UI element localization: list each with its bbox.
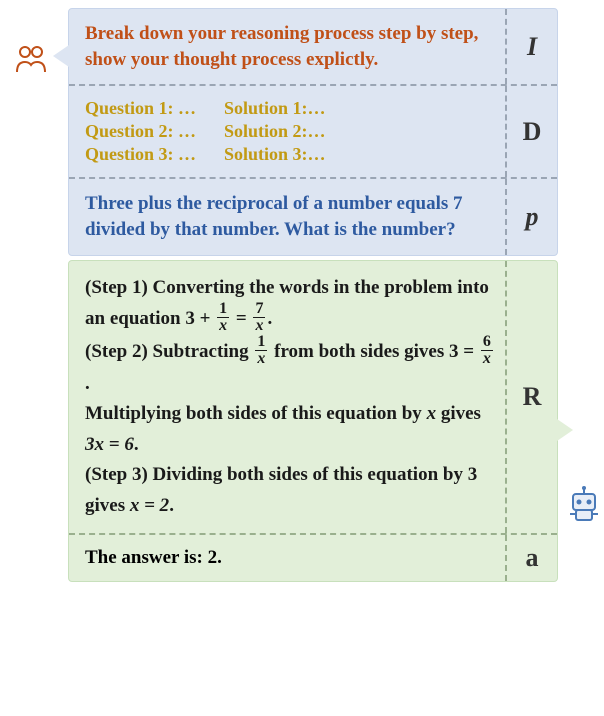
- fraction: 7x: [253, 301, 265, 334]
- label-R: R: [505, 261, 557, 533]
- main-column: Break down your reasoning process step b…: [68, 8, 558, 582]
- speech-tail-right: [557, 419, 573, 441]
- instruction-section: Break down your reasoning process step b…: [69, 9, 557, 86]
- label-p: p: [505, 179, 557, 254]
- reasoning-text: (Step 1) Converting the words in the pro…: [85, 273, 495, 521]
- instruction-text: Break down your reasoning process step b…: [85, 21, 495, 72]
- label-I: I: [505, 9, 557, 84]
- label-D: D: [505, 86, 557, 177]
- step2-prefix: (Step 2) Subtracting: [85, 341, 253, 362]
- label-a: a: [505, 535, 557, 581]
- problem-text: Three plus the reciprocal of a number eq…: [85, 191, 495, 242]
- fraction: 1x: [255, 334, 267, 367]
- robot-icon: [566, 486, 602, 531]
- step1-prefix: (Step 1) Converting the words in the pro…: [85, 277, 489, 329]
- equation: x = 2: [130, 495, 169, 516]
- fraction: 1x: [217, 301, 229, 334]
- answer-section: The answer is: 2. a: [69, 535, 557, 581]
- demo-solutions-col: Solution 1:… Solution 2:… Solution 3:…: [224, 98, 326, 165]
- demo-question: Question 1: …: [85, 98, 196, 119]
- problem-section: Three plus the reciprocal of a number eq…: [69, 179, 557, 254]
- answer-text: The answer is: 2.: [85, 547, 495, 569]
- reasoning-section: (Step 1) Converting the words in the pro…: [69, 261, 557, 535]
- demo-solution: Solution 1:…: [224, 98, 326, 119]
- step2b-prefix: Multiplying both sides of this equation …: [85, 403, 427, 424]
- demo-solution: Solution 3:…: [224, 144, 326, 165]
- equation: 3x = 6: [85, 434, 134, 455]
- user-panel: Break down your reasoning process step b…: [68, 8, 558, 256]
- assistant-panel: (Step 1) Converting the words in the pro…: [68, 260, 558, 582]
- step1-lhs: 3 +: [185, 308, 215, 329]
- demo-solution: Solution 2:…: [224, 121, 326, 142]
- fraction: 6x: [481, 334, 493, 367]
- demo-questions-col: Question 1: … Question 2: … Question 3: …: [85, 98, 196, 165]
- demonstrations-section: Question 1: … Question 2: … Question 3: …: [69, 86, 557, 179]
- demo-question: Question 2: …: [85, 121, 196, 142]
- demo-question: Question 3: …: [85, 144, 196, 165]
- speech-tail-left: [53, 45, 69, 67]
- user-icon: [14, 42, 48, 81]
